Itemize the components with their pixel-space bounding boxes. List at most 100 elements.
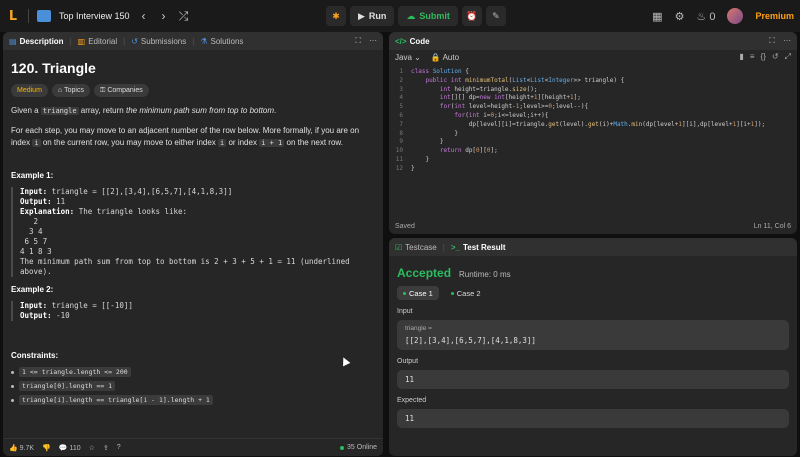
more-icon[interactable]: ⋯ [369,36,377,46]
shuffle-icon[interactable]: ⤮ [178,9,190,24]
thumb-up-icon: 👍 [9,444,18,452]
layout-icon[interactable]: ▦ [652,10,662,23]
tab-testcase[interactable]: ☑ Testcase [395,243,437,252]
chevron-down-icon: ⌄ [414,52,421,62]
topics-label: Topics [64,87,84,94]
problem-statement-2: For each step, you may move to an adjace… [11,125,375,149]
text: on the current row, you may move to eith… [42,138,216,147]
run-label: Run [368,11,387,21]
problem-list-icon[interactable] [37,10,51,22]
difficulty-badge[interactable]: Medium [11,84,48,97]
lock-icon: ⚿ [99,86,106,94]
submit-label: Submit [419,11,450,21]
code-line: 8 } [399,129,458,137]
tab-solutions[interactable]: ⚗ Solutions [200,37,243,46]
language-label: Java [395,52,412,62]
prev-problem-icon[interactable]: ‹ [138,9,150,23]
tab-submissions[interactable]: ↺ Submissions [131,37,186,46]
more-icon[interactable]: ⋯ [783,36,791,46]
code-icon: </> [395,36,407,46]
streak-count: 0 [709,10,716,23]
help-icon[interactable]: ? [117,444,121,451]
constraint-code: 1 <= triangle.length <= 200 [19,367,131,377]
example-input: triangle = [[-10]] [51,301,133,310]
topics-chip[interactable]: ⌂ Topics [51,84,90,97]
online-count: 35 Online [340,444,377,451]
bug-icon: ✱ [332,10,340,21]
case-2-tab[interactable]: Case 2 [445,286,487,300]
code-line: 11 } [395,155,430,163]
fullscreen-icon[interactable]: ⤢ [785,52,791,62]
avatar[interactable] [727,8,744,24]
label: Explanation: [20,207,75,216]
companies-label: Companies [107,87,143,94]
tab-test-result[interactable]: >_ Test Result [451,243,506,252]
divider [28,9,29,23]
code-line: 9 } [399,138,444,146]
label: Input: [20,187,48,196]
comments-button[interactable]: 💬 110 [59,444,81,452]
timer-button[interactable]: ⏰ [461,6,482,26]
braces-icon[interactable]: {} [761,52,766,62]
text: array, return [80,106,124,115]
history-icon: ↺ [131,36,138,46]
example-explanation-tail: The minimum path sum from top to bottom … [20,257,350,276]
constraint-code: triangle[i].length == triangle[i - 1].le… [19,395,213,405]
code-toolbar: Java ⌄ 🔒 Auto ▮ ≡ {} ↺ ⤢ [389,50,797,64]
expected-box: 11 [397,409,789,428]
terminal-icon: >_ [450,242,460,252]
companies-chip[interactable]: ⚿ Companies [93,84,149,97]
tab-label: Submissions [140,36,187,46]
expected-label: Expected [397,397,427,404]
language-select[interactable]: Java ⌄ [395,53,421,62]
expected-value: 11 [405,414,415,423]
auto-label: Auto [442,52,460,62]
share-icon[interactable]: ⇪ [103,444,109,452]
example-explanation: The triangle looks like: [78,207,188,216]
run-button[interactable]: ▶ Run [350,6,395,26]
emphasis-text: the minimum path sum from top to bottom [125,106,275,115]
tab-label: Editorial [88,36,118,46]
code-tabbar: </> Code ⛶ ⋯ [389,32,797,50]
output-label: Output [397,358,419,365]
premium-link[interactable]: Premium [755,11,794,21]
list-item: triangle[i].length == triangle[i - 1].le… [11,395,375,405]
problem-list-title[interactable]: Top Interview 150 [59,11,130,21]
tab-editorial[interactable]: ▥ Editorial [78,37,117,46]
code-editor[interactable]: 1 class Solution { 2 public int minimumTo… [389,64,797,210]
description-panel: ▤ Description | ▥ Editorial | ↺ Submissions… [3,32,383,456]
dislike-button[interactable]: 👎 [42,444,51,452]
notes-button[interactable]: ✎ [485,6,506,26]
format-icon[interactable]: ≡ [750,52,755,62]
problem-statement: Given a triangle array, return the minim… [11,105,375,117]
tag-icon: ⌂ [57,87,63,94]
submit-button[interactable]: ☁ Submit [398,6,458,26]
text: Given a [11,106,39,115]
maximize-icon[interactable]: ⛶ [769,36,775,46]
expand-icon[interactable]: ⛶ [355,36,361,46]
saved-status: Saved [395,222,415,230]
code-panel: </> Code ⛶ ⋯ Java ⌄ 🔒 Auto ▮ ≡ {} ↺ ⤢ 1 cl… [389,32,797,234]
list-item: triangle[0].length == 1 [11,381,375,391]
code-line: 2 public int minimumTotal(List<List<Inte… [399,76,625,84]
alarm-icon: ⏰ [466,10,478,21]
bookmark-icon[interactable]: ▮ [739,52,743,62]
inline-code: i [32,139,41,147]
constraint-code: triangle[0].length == 1 [19,381,116,391]
bullet [11,384,14,388]
favorite-icon[interactable]: ☆ [89,444,95,452]
output-value: 11 [405,375,415,384]
settings-icon[interactable]: ⚙ [675,10,685,23]
auto-toggle[interactable]: 🔒 Auto [431,53,459,62]
reset-icon[interactable]: ↺ [772,52,779,62]
case-1-tab[interactable]: Case 1 [397,286,439,300]
streak-fire-icon[interactable]: ♨ 0 [696,10,715,23]
tab-code[interactable]: </> Code [395,37,430,46]
next-problem-icon[interactable]: › [158,9,170,23]
like-button[interactable]: 👍 9.7K [9,444,34,452]
debug-button[interactable]: ✱ [326,6,346,26]
book-icon: ▥ [77,36,86,46]
tab-description[interactable]: ▤ Description [9,37,64,46]
leetcode-logo-icon[interactable]: ᒪ [6,9,20,23]
code-line: 1 class Solution { [399,68,469,75]
